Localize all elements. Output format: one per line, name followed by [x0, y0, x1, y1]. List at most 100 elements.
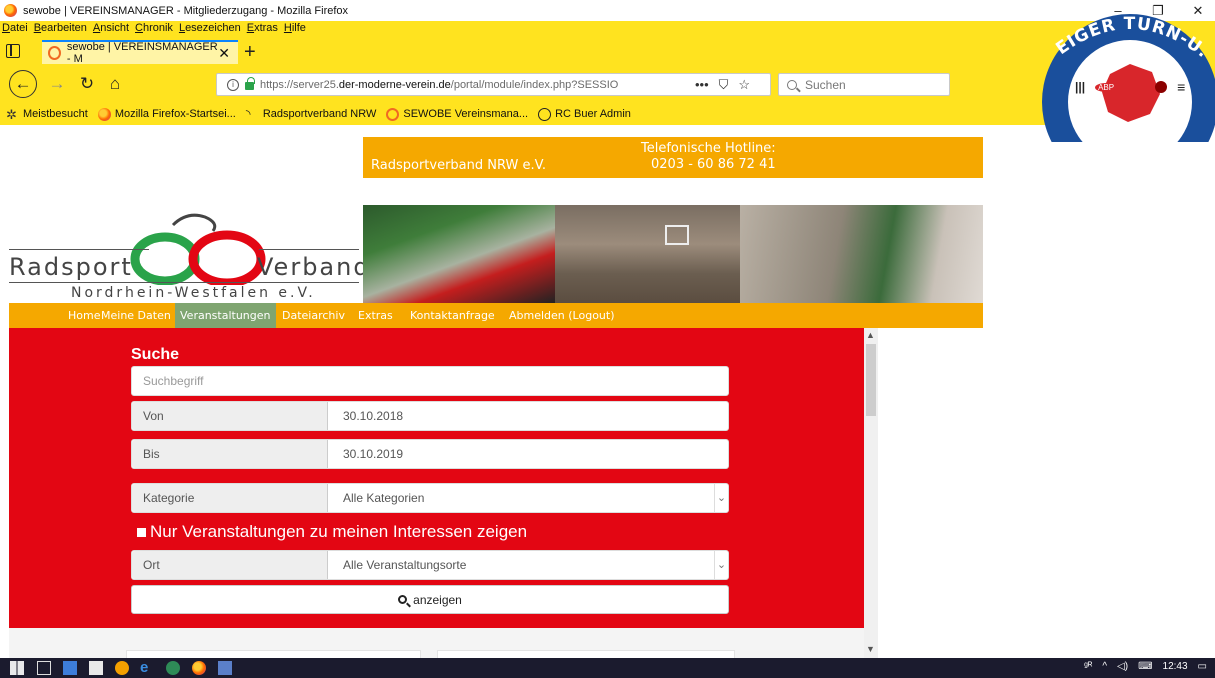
globe-icon [538, 107, 552, 121]
nav-veranstaltungen[interactable]: Veranstaltungen [175, 303, 276, 328]
chevron-down-icon[interactable]: ⌄ [714, 484, 728, 512]
date-from-value: 30.10.2018 [343, 409, 404, 423]
menu-hamburger-icon[interactable]: ≡ [1177, 79, 1185, 95]
edge-icon[interactable]: e [140, 660, 154, 675]
menu-extras[interactable]: Extras [247, 22, 278, 38]
header-banner-photos [363, 205, 983, 303]
gear-icon: ✲ [6, 106, 17, 122]
ublock-icon[interactable] [1155, 81, 1168, 93]
scroll-down-icon[interactable]: ▼ [866, 644, 875, 654]
nav-extras[interactable]: Extras [353, 303, 398, 328]
keyboard-icon[interactable]: ⌨ [1138, 661, 1152, 672]
tab-strip: sewobe | VEREINSMANAGER - M ✕ + [0, 40, 1040, 65]
app-icon[interactable] [115, 661, 129, 675]
search-panel: Suche Suchbegriff Von 30.10.2018 Bis 30.… [9, 328, 864, 628]
menu-hilfe[interactable]: Hilfe [284, 22, 306, 38]
firefox-taskbar-icon[interactable] [192, 661, 206, 675]
logo-line [259, 249, 359, 250]
url-bar[interactable]: i https://server25. der-moderne-verein.d… [216, 73, 771, 96]
tab-close-icon[interactable]: ✕ [218, 45, 230, 62]
radsportverband-logo[interactable]: Radsport Verband Nordrhein-Westfalen e.V… [9, 205, 369, 305]
reload-icon[interactable]: ↻ [74, 71, 100, 97]
bookmark-radsportverband[interactable]: ◝ Radsportverband NRW [245, 106, 377, 121]
result-box [437, 650, 735, 658]
category-select[interactable]: Kategorie Alle Kategorien ⌄ [131, 483, 729, 513]
bookmark-label: Meistbesucht [23, 108, 88, 120]
forward-arrow-icon[interactable]: → [44, 71, 70, 97]
new-tab-icon[interactable]: + [244, 41, 256, 64]
bookmark-rc-buer[interactable]: RC Buer Admin [538, 107, 631, 121]
header-hotline-bar: Radsportverband NRW e.V. Telefonische Ho… [363, 137, 983, 178]
nav-abmelden[interactable]: Abmelden (Logout) [504, 303, 620, 328]
bookmark-meistbesucht[interactable]: ✲ Meistbesucht [6, 108, 88, 121]
home-icon[interactable]: ⌂ [102, 71, 128, 97]
bookmark-label: Radsportverband NRW [262, 108, 377, 120]
app-icon-3[interactable] [218, 661, 232, 675]
location-label: Ort [132, 551, 328, 579]
show-button[interactable]: anzeigen [131, 585, 729, 614]
chevron-down-icon[interactable]: ⌄ [714, 551, 728, 579]
content-scrollbar[interactable]: ▲ ▼ [864, 328, 878, 658]
adblock-icon[interactable]: ABP [1095, 82, 1118, 92]
info-icon[interactable]: i [227, 78, 239, 91]
menu-datei[interactable]: Datei [2, 22, 28, 38]
clock-time[interactable]: 12:43 [1163, 661, 1188, 672]
logo-word-verband: Verband [257, 253, 371, 281]
result-box [126, 650, 421, 658]
lock-icon[interactable] [245, 77, 255, 90]
bookmark-sewobe[interactable]: SEWOBE Vereinsmana... [386, 107, 528, 121]
sewobe-favicon-icon [48, 46, 61, 60]
file-explorer-icon[interactable] [63, 661, 77, 675]
date-from-field[interactable]: Von 30.10.2018 [131, 401, 729, 431]
menu-chronik[interactable]: Chronik [135, 22, 173, 38]
menu-lesezeichen[interactable]: Lesezeichen [179, 22, 241, 38]
menu-ansicht[interactable]: Ansicht [93, 22, 129, 38]
date-to-field[interactable]: Bis 30.10.2019 [131, 439, 729, 469]
menu-bearbeiten[interactable]: Bearbeiten [34, 22, 87, 38]
nav-dateiarchiv[interactable]: Dateiarchiv [277, 303, 350, 328]
search-term-placeholder: Suchbegriff [143, 374, 204, 388]
task-view-icon[interactable] [37, 661, 51, 675]
hotline-number: 0203 - 60 86 72 41 [651, 157, 776, 172]
interest-checkbox[interactable] [137, 527, 146, 537]
url-actions: ••• ⛉ ☆ [695, 77, 750, 93]
extension-icons: ||| ABP ≡ [1075, 79, 1185, 95]
notification-icon[interactable]: ▭ [1198, 661, 1207, 672]
search-icon [787, 79, 797, 90]
logo-word-radsport: Radsport [9, 253, 133, 281]
store-icon[interactable] [89, 661, 103, 675]
search-term-input[interactable]: Suchbegriff [131, 366, 729, 396]
sidebar-toggle-icon[interactable] [6, 44, 20, 58]
sewobe-icon [386, 107, 400, 121]
people-icon[interactable]: ᵍᴿ [1084, 661, 1092, 672]
category-value: Alle Kategorien [343, 491, 425, 505]
scroll-up-icon[interactable]: ▲ [866, 330, 875, 340]
window-title: sewobe | VEREINSMANAGER - Mitgliederzuga… [23, 4, 349, 17]
location-select[interactable]: Ort Alle Veranstaltungsorte ⌄ [131, 550, 729, 580]
search-bar[interactable]: Suchen [778, 73, 950, 96]
library-icon[interactable]: ||| [1075, 80, 1085, 94]
back-arrow-icon[interactable]: ← [9, 70, 37, 98]
system-tray: ᵍᴿ ^ ◁) ⌨ 12:43 ▭ [1084, 661, 1207, 672]
navigation-toolbar: ← → ↻ ⌂ i https://server25. der-moderne-… [0, 66, 1040, 102]
tab-sewobe[interactable]: sewobe | VEREINSMANAGER - M ✕ [42, 40, 238, 65]
page-actions-icon[interactable]: ••• [695, 77, 709, 93]
interest-checkbox-row[interactable]: Nur Veranstaltungen zu meinen Interessen… [137, 522, 527, 542]
url-prefix: https://server25. [260, 78, 339, 91]
pocket-icon[interactable]: ⛉ [719, 77, 729, 93]
rss-icon: ◝ [245, 106, 251, 121]
category-label: Kategorie [132, 484, 328, 512]
nav-meine-daten[interactable]: Meine Daten [96, 303, 176, 328]
logo-subtitle: Nordrhein-Westfalen e.V. [71, 285, 316, 301]
app-icon-2[interactable] [166, 661, 180, 675]
windows-start-icon[interactable] [10, 661, 24, 675]
nav-kontaktanfrage[interactable]: Kontaktanfrage [405, 303, 500, 328]
chevron-up-icon[interactable]: ^ [1102, 661, 1107, 672]
banner-photo-cyclists [363, 205, 555, 303]
scroll-thumb[interactable] [866, 344, 876, 416]
volume-icon[interactable]: ◁) [1117, 661, 1128, 672]
main-navigation: Home Meine Daten Veranstaltungen Dateiar… [9, 303, 983, 328]
bookmark-firefox-start[interactable]: Mozilla Firefox-Startsei... [97, 107, 236, 121]
location-value: Alle Veranstaltungsorte [343, 558, 467, 572]
bookmark-star-icon[interactable]: ☆ [738, 77, 750, 93]
